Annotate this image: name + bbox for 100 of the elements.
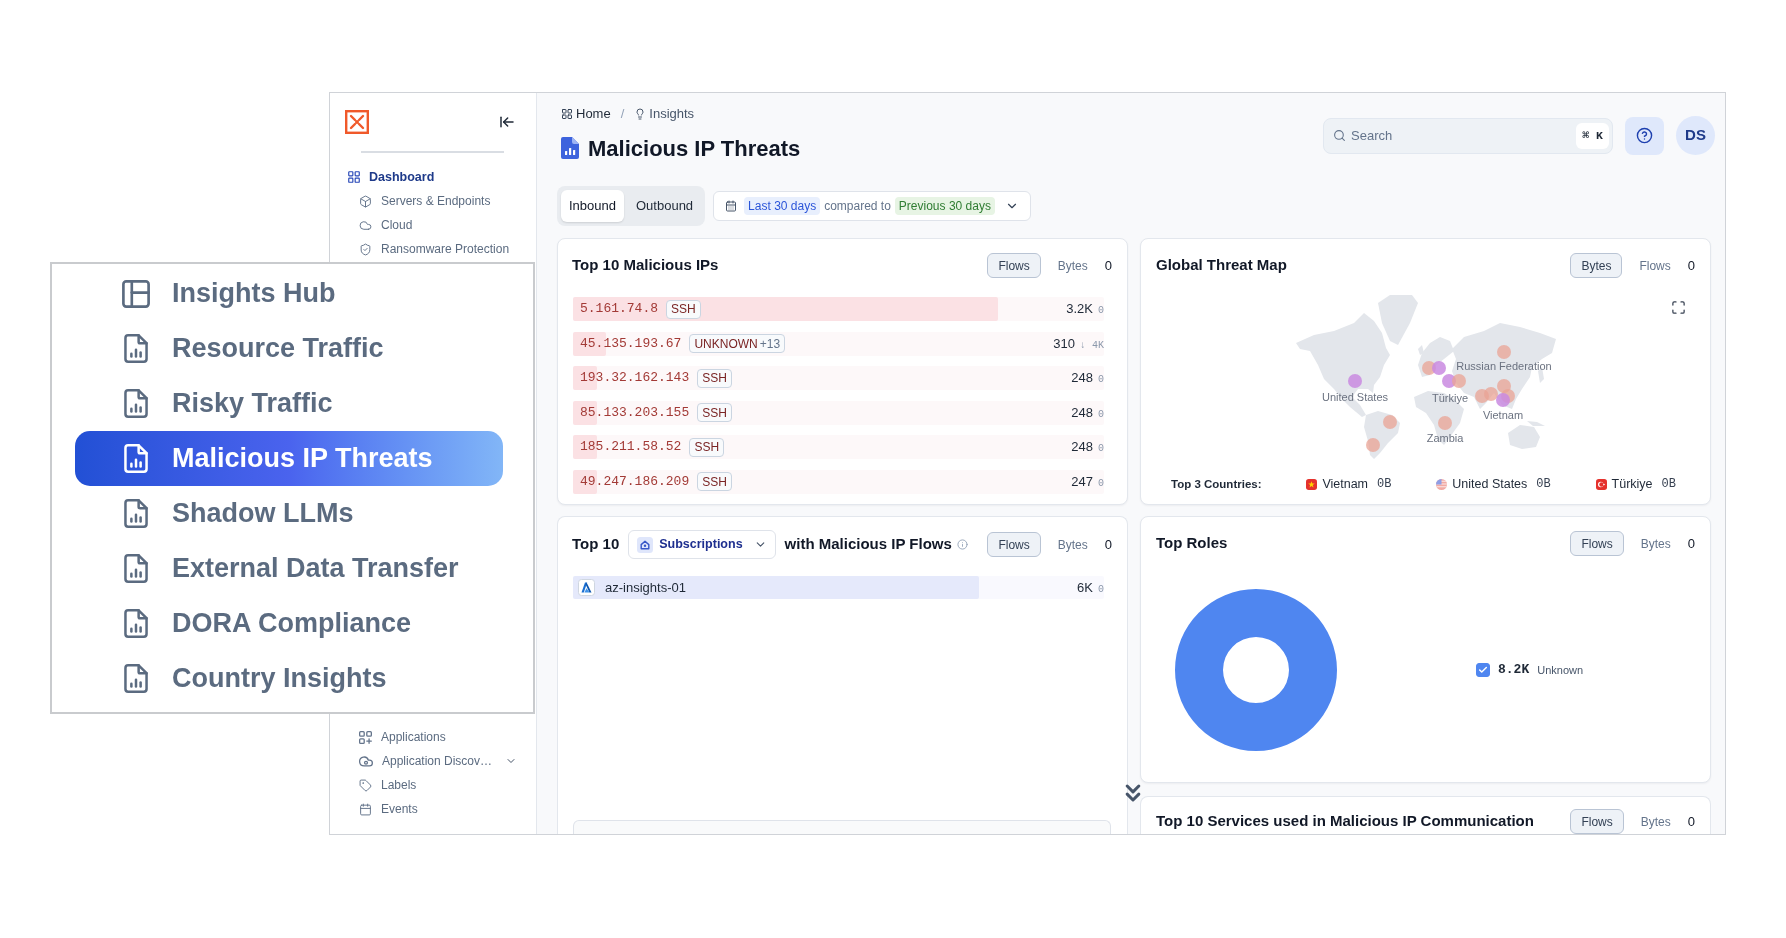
date-range-filter[interactable]: Last 30 days compared to Previous 30 days bbox=[713, 191, 1031, 221]
layout-panel-icon bbox=[121, 279, 150, 308]
report-icon bbox=[123, 554, 148, 583]
shield-icon bbox=[359, 242, 372, 256]
card-title: Top Roles bbox=[1156, 533, 1228, 554]
insights-menu-item[interactable]: Shadow LLMs bbox=[75, 486, 503, 541]
metric-tab[interactable]: Flows bbox=[987, 532, 1041, 557]
flow-count: 248 bbox=[1071, 403, 1093, 422]
more-count: +13 bbox=[759, 335, 781, 353]
direction-tab[interactable]: Inbound bbox=[561, 190, 624, 222]
triangle-logo-icon bbox=[578, 579, 595, 596]
metric-count: 0 bbox=[1687, 534, 1695, 553]
grid-icon bbox=[561, 108, 573, 120]
logo-icon[interactable] bbox=[345, 110, 369, 134]
breadcrumb-separator: / bbox=[620, 105, 625, 124]
metric-tab[interactable]: Bytes bbox=[1570, 253, 1623, 278]
metric-tab[interactable]: Flows bbox=[1570, 809, 1624, 834]
insights-menu-item[interactable]: External Data Transfer bbox=[75, 541, 503, 596]
metric-tab[interactable]: Flows bbox=[1570, 531, 1624, 556]
metric-count: 0 bbox=[1687, 256, 1695, 275]
sidebar-item[interactable]: Labels bbox=[330, 773, 536, 797]
lightbulb-icon bbox=[634, 108, 647, 120]
group-by-dropdown[interactable]: Subscriptions bbox=[628, 530, 776, 559]
breadcrumb-link[interactable]: Home bbox=[561, 104, 611, 124]
calendar-icon bbox=[725, 200, 738, 212]
ip-address[interactable]: 5.161.74.8 bbox=[580, 299, 658, 319]
country-name: Türkiye bbox=[1611, 476, 1653, 493]
help-button[interactable] bbox=[1625, 116, 1664, 155]
sidebar-item[interactable]: Applications bbox=[330, 725, 536, 749]
legend-checkbox[interactable] bbox=[1476, 663, 1490, 677]
sidebar-item[interactable]: Dashboard bbox=[330, 165, 536, 189]
user-avatar[interactable]: DS bbox=[1676, 116, 1715, 155]
report-icon bbox=[123, 499, 148, 528]
compare-label: compared to bbox=[824, 198, 891, 215]
cloud-eye-icon bbox=[359, 754, 373, 768]
check-icon bbox=[1478, 665, 1488, 675]
top-countries-label: Top 3 Countries: bbox=[1171, 476, 1262, 492]
flag-icon bbox=[1595, 478, 1607, 490]
sidebar-item[interactable]: Ransomware Protection bbox=[330, 237, 536, 261]
report-icon bbox=[123, 444, 148, 473]
sidebar-item[interactable]: Servers & Endpoints bbox=[330, 189, 536, 213]
protocol-tag: SSH bbox=[697, 403, 732, 422]
collapse-sidebar-icon[interactable] bbox=[499, 114, 515, 130]
country-name: United States bbox=[1452, 476, 1528, 493]
protocol-tag: SSH bbox=[697, 472, 732, 491]
subscription-name[interactable]: az-insights-01 bbox=[605, 577, 686, 598]
insights-menu-item[interactable]: Risky Traffic bbox=[75, 376, 503, 431]
range-chip: Last 30 days bbox=[744, 197, 821, 215]
metric-tab[interactable]: Bytes bbox=[1050, 532, 1095, 557]
metric-tab[interactable]: Bytes bbox=[1633, 809, 1678, 834]
country-value: 0B bbox=[1536, 476, 1551, 494]
ip-address[interactable]: 45.135.193.67 bbox=[580, 333, 682, 354]
house-tile-icon bbox=[637, 536, 654, 553]
card-title: with Malicious IP Flows bbox=[784, 534, 952, 555]
direction-tab[interactable]: Outbound bbox=[628, 190, 702, 222]
change-value: ↓ 4K bbox=[1080, 338, 1104, 353]
report-icon bbox=[123, 609, 148, 638]
breadcrumb-link[interactable]: Insights bbox=[634, 104, 695, 124]
card-title: Top 10 Services used in Malicious IP Communication bbox=[1156, 811, 1534, 832]
insights-menu-item[interactable]: Insights Hub bbox=[75, 266, 503, 321]
map-marker-icon bbox=[1452, 374, 1466, 388]
metric-tab[interactable]: Flows bbox=[1632, 253, 1678, 278]
metric-tab[interactable]: Flows bbox=[987, 253, 1041, 278]
ip-address[interactable]: 185.211.58.52 bbox=[580, 437, 682, 457]
ip-address[interactable]: 49.247.186.209 bbox=[580, 471, 690, 492]
flag-icon bbox=[1436, 478, 1448, 490]
flow-count: 3.2K bbox=[1066, 300, 1093, 319]
report-icon bbox=[123, 389, 148, 418]
map-label: Türkiye bbox=[1431, 391, 1469, 405]
metric-count: 0 bbox=[1104, 535, 1112, 554]
sidebar-item[interactable]: Cloud bbox=[330, 213, 536, 237]
card-title: Top 10 Malicious IPs bbox=[572, 255, 719, 276]
flow-count: 248 bbox=[1071, 438, 1093, 457]
shortcut-key: ⌘ K bbox=[1576, 122, 1609, 149]
cube-icon bbox=[359, 194, 372, 208]
map-marker-icon bbox=[1497, 345, 1511, 359]
map-marker-icon bbox=[1348, 374, 1362, 388]
insights-menu-item[interactable]: Resource Traffic bbox=[75, 321, 503, 376]
page-title: Malicious IP Threats bbox=[588, 134, 801, 163]
change-value: 0 bbox=[1098, 582, 1104, 597]
metric-count: 0 bbox=[1687, 812, 1695, 831]
map-marker-icon bbox=[1438, 416, 1452, 430]
search-icon bbox=[1333, 129, 1346, 142]
metric-count: 0 bbox=[1104, 256, 1112, 275]
insights-menu-item[interactable]: Country Insights bbox=[75, 651, 503, 706]
protocol-tag: SSH bbox=[689, 437, 725, 457]
ip-address[interactable]: 193.32.162.143 bbox=[580, 368, 690, 388]
report-icon bbox=[561, 137, 579, 159]
ip-address[interactable]: 85.133.203.155 bbox=[580, 402, 690, 423]
metric-tab[interactable]: Bytes bbox=[1633, 531, 1678, 556]
flow-count: 248 bbox=[1071, 369, 1093, 388]
change-value: 0 bbox=[1098, 407, 1104, 422]
insights-menu-item[interactable]: DORA Compliance bbox=[75, 596, 503, 651]
expand-icon[interactable] bbox=[1671, 300, 1686, 315]
insights-menu-item[interactable]: Malicious IP Threats bbox=[75, 431, 503, 486]
sidebar-item[interactable]: Events bbox=[330, 797, 536, 821]
change-value: 0 bbox=[1098, 304, 1104, 319]
sidebar-item[interactable]: Application Discov… bbox=[330, 749, 536, 773]
country-value: 0B bbox=[1377, 476, 1392, 494]
metric-tab[interactable]: Bytes bbox=[1050, 253, 1095, 278]
